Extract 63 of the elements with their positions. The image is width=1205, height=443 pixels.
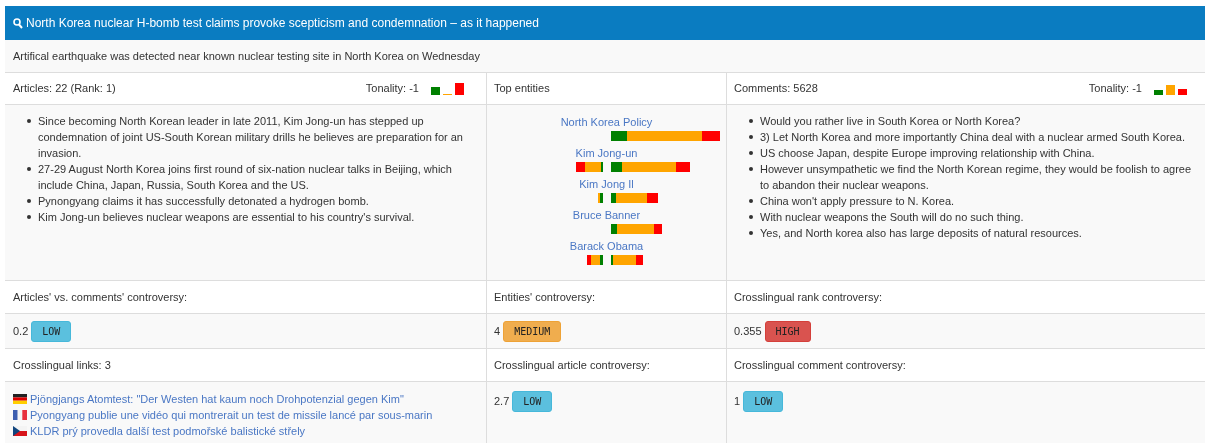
bullet-icon: [749, 199, 753, 203]
flag-icon: [13, 426, 27, 436]
sentiment-bar-drawing: [610, 224, 662, 234]
bullet-icon: [27, 215, 31, 219]
level-badge: HIGH: [764, 320, 811, 342]
bullet-text: China won't apply pressure to N. Korea.: [760, 194, 955, 209]
bullet-icon: [749, 231, 753, 235]
entity-link[interactable]: Bruce Banner: [572, 207, 641, 223]
entity-link[interactable]: Kim Jong-un: [575, 145, 638, 161]
bullet-text: 3) Let North Korea and more importantly China deal with a nuclear armed South Korea.: [760, 130, 1185, 145]
bullet-text: Kim Jong-un believes nuclear weapons are essential to his country's survival.: [38, 210, 415, 225]
bullet-icon: [749, 167, 753, 171]
sentiment-bar-drawing: [597, 193, 603, 203]
bullet-icon: [749, 215, 753, 219]
article-link[interactable]: Pyongyang publie une vidéo qui montrerait un test de missile lancé par sous-marin: [30, 407, 433, 423]
bullet-icon: [749, 119, 753, 123]
flag-icon: [13, 410, 27, 420]
metric-label: Crosslingual article controversy:: [494, 357, 650, 373]
bullet-text: US choose Japan, despite Europe improving relationship with China.: [760, 146, 1095, 161]
bullet-text: Yes, and North korea also has large deposits of natural resources.: [760, 226, 1082, 241]
level-badge: LOW: [31, 320, 72, 342]
bullet-icon: [749, 151, 753, 155]
entity-link[interactable]: Kim Jong Il: [579, 176, 634, 192]
entity-link[interactable]: North Korea Policy: [560, 114, 653, 130]
metric-value: 4: [494, 323, 501, 339]
metric-label: Crosslingual rank controversy:: [734, 289, 882, 305]
bullet-icon: [749, 135, 753, 139]
bullet-text: 27-29 August North Korea joins first round of six-nation nuclear talks in Beijing, which include China, Japan, Russia, South Korea and the US.: [38, 162, 453, 193]
level-badge: LOW: [512, 391, 553, 412]
sentiment-bar-drawing: [575, 162, 603, 172]
metric-label: Crosslingual comment controversy:: [734, 357, 906, 373]
comments-count: Comments: 5628: [734, 81, 818, 97]
level-badge: MEDIUM: [503, 320, 562, 342]
article-link[interactable]: KLDR prý provedla další test podmořské balistické střely: [30, 423, 306, 439]
metric-label: Crosslingual links: 3: [13, 357, 111, 373]
sentiment-bar-drawing: [586, 255, 603, 265]
article-title: North Korea nuclear H-bomb test claims provoke scepticism and condemnation – as it happened: [26, 15, 539, 32]
bullet-icon: [27, 199, 31, 203]
bullet-icon: [27, 119, 31, 123]
entity-link[interactable]: Barack Obama: [569, 238, 644, 254]
article-link[interactable]: Pjöngjangs Atomtest: "Der Westen hat kaum noch Drohpotenzial gegen Kim": [30, 391, 404, 407]
metric-value: 0.2: [13, 323, 29, 339]
metric-value: 0.355: [734, 323, 762, 339]
metric-value: 2.7: [494, 394, 510, 410]
tonality-label: Tonality: -1: [1088, 81, 1142, 97]
bullet-text: With nuclear weapons the South will do no such thing.: [760, 210, 1024, 225]
bullet-icon: [27, 167, 31, 171]
bullet-text: Would you rather live in South Korea or North Korea?: [760, 114, 1021, 129]
level-badge: LOW: [743, 391, 784, 412]
flag-icon: [13, 394, 27, 404]
article-subtitle: Artifical earthquake was detected near known nuclear testing site in North Korea on Wednesday: [13, 48, 480, 64]
search-icon: [13, 17, 23, 29]
bullet-text: Since becoming North Korean leader in late 2011, Kim Jong-un has stepped up condemnation of joint US-South Korean military drills he believes are preparation for an invasion.: [38, 114, 464, 161]
tonality-label: Tonality: -1: [365, 81, 419, 97]
metric-label: Entities' controversy:: [494, 289, 596, 305]
column-heading: Top entities: [494, 81, 550, 97]
sentiment-bar-drawing: [610, 255, 643, 265]
bullet-text: However unsympathetic we find the North Korean regime, they would be foolish to agree to abandon their nuclear weapons.: [760, 162, 1193, 193]
metric-value: 1: [734, 394, 741, 410]
articles-count: Articles: 22 (Rank: 1): [13, 81, 116, 97]
metric-label: Articles' vs. comments' controversy:: [13, 289, 188, 305]
bullet-text: Pynongyang claims it has successfully detonated a hydrogen bomb.: [38, 194, 369, 209]
sentiment-bar-drawing: [610, 193, 658, 203]
